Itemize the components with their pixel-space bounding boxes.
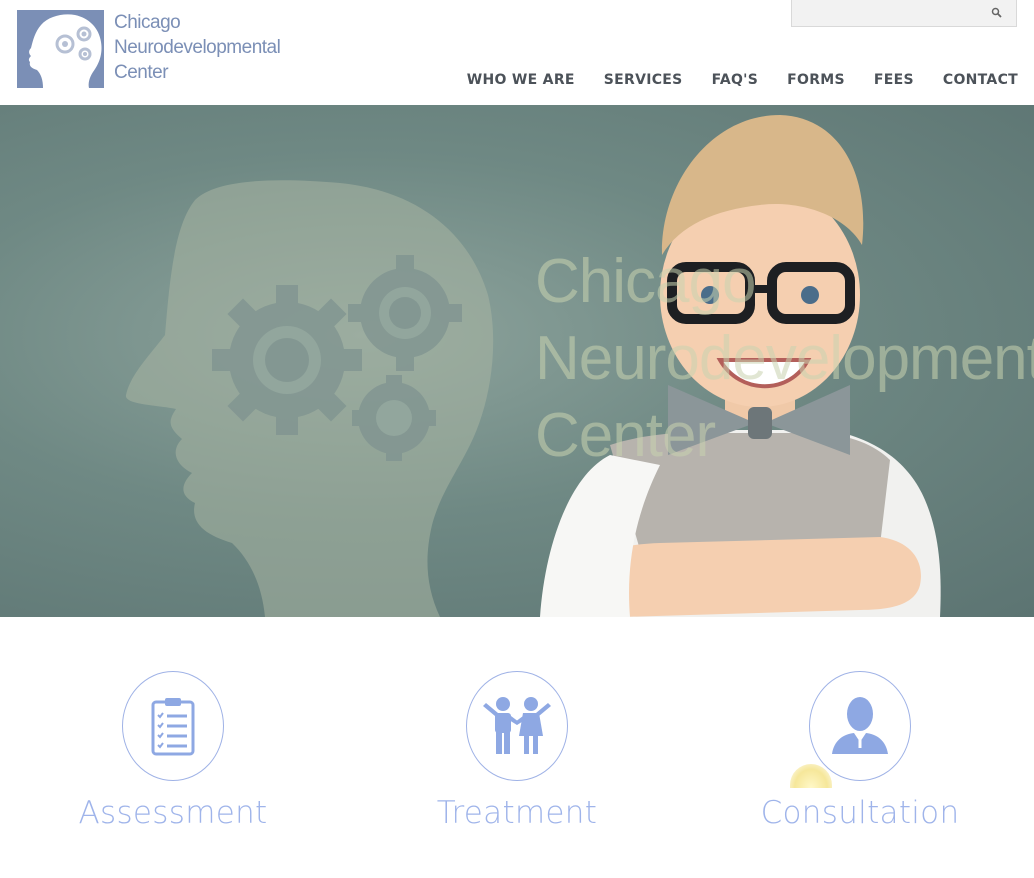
person-icon [832, 697, 888, 754]
hero-title: Chicago Neurodevelopmental Center [535, 243, 1034, 474]
service-treatment-label[interactable]: Treatment [397, 795, 637, 831]
nav-forms[interactable]: FORMS [787, 72, 845, 88]
service-assessment-circle[interactable] [122, 671, 224, 781]
service-assessment[interactable]: Assessment [53, 617, 293, 857]
logo-line-2: Neurodevelopmental [114, 37, 281, 58]
service-treatment-circle[interactable] [466, 671, 568, 781]
logo[interactable]: Chicago Neurodevelopmental Center [17, 10, 281, 90]
nav-faqs[interactable]: FAQ'S [712, 72, 759, 88]
logo-line-1: Chicago [114, 12, 181, 33]
search-icon[interactable] [990, 6, 1004, 20]
hero-banner: Chicago Neurodevelopmental Center [0, 105, 1034, 617]
clipboard-checklist-icon [151, 698, 195, 756]
hero-title-line-2: Neurodevelopmental [535, 324, 1034, 393]
logo-text: Chicago Neurodevelopmental Center [114, 10, 284, 85]
hero-title-line-3: Center [535, 401, 716, 470]
services-section: Assessment Treatment Consultation [0, 617, 1034, 878]
service-consultation-circle[interactable] [809, 671, 911, 781]
nav-fees[interactable]: FEES [874, 72, 914, 88]
hero-title-line-1: Chicago [535, 247, 756, 316]
logo-line-3: Center [114, 62, 169, 83]
service-consultation-label[interactable]: Consultation [740, 795, 980, 831]
service-treatment[interactable]: Treatment [397, 617, 637, 857]
nav-services[interactable]: SERVICES [604, 72, 683, 88]
search-input[interactable] [792, 0, 987, 26]
search-box [791, 0, 1017, 27]
logo-head-gears-icon [17, 10, 104, 88]
children-icon [483, 697, 551, 754]
site-header: Chicago Neurodevelopmental Center WHO WE… [0, 0, 1034, 105]
nav-who-we-are[interactable]: WHO WE ARE [467, 72, 575, 88]
nav-contact[interactable]: CONTACT [943, 72, 1018, 88]
main-nav: WHO WE ARE SERVICES FAQ'S FORMS FEES CON… [438, 72, 1018, 88]
service-consultation[interactable]: Consultation [740, 617, 980, 857]
service-assessment-label[interactable]: Assessment [53, 795, 293, 831]
